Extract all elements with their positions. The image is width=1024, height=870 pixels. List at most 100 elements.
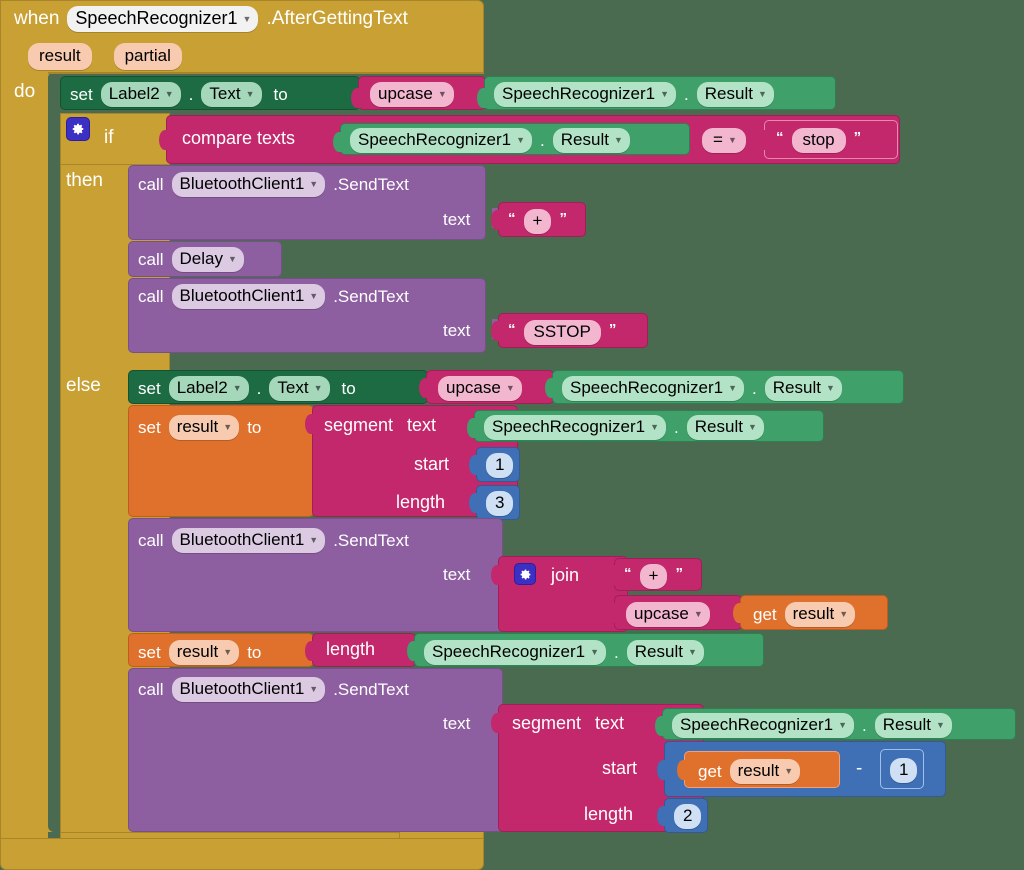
subtract-plug xyxy=(657,760,667,780)
text-literal-sstop-row: “ SSTOP ” xyxy=(508,320,616,345)
chevron-down-icon[interactable]: ▼ xyxy=(660,90,669,99)
upcase-dropdown-3[interactable]: upcase ▼ xyxy=(626,602,710,627)
chevron-down-icon[interactable]: ▼ xyxy=(506,384,515,393)
getter-plug-2 xyxy=(545,378,555,398)
chevron-down-icon[interactable]: ▼ xyxy=(309,536,318,545)
set-keyword-result-1: set xyxy=(138,417,161,437)
chevron-down-icon[interactable]: ▼ xyxy=(688,648,697,657)
chevron-down-icon[interactable]: ▼ xyxy=(309,180,318,189)
open-quote-icon: “ xyxy=(508,209,516,227)
event-component-dropdown[interactable]: SpeechRecognizer1 ▼ xyxy=(67,6,259,32)
chevron-down-icon[interactable]: ▼ xyxy=(165,90,174,99)
chevron-down-icon[interactable]: ▼ xyxy=(314,384,323,393)
chevron-down-icon[interactable]: ▼ xyxy=(223,423,232,432)
set-result-variable-dropdown-1[interactable]: result ▼ xyxy=(168,415,240,440)
segment-plug-1 xyxy=(305,414,315,434)
gear-icon[interactable] xyxy=(66,117,90,141)
get-result-variable-dropdown-1[interactable]: result ▼ xyxy=(784,602,856,627)
number-field-start-1[interactable]: 1 xyxy=(486,453,514,478)
number-field-length-2[interactable]: 2 xyxy=(674,804,702,829)
then-keyword: then xyxy=(66,170,103,191)
cond-component-dropdown[interactable]: SpeechRecognizer1 ▼ xyxy=(350,128,533,153)
chevron-down-icon[interactable]: ▼ xyxy=(228,255,237,264)
segment-length-label-1: length xyxy=(396,492,446,512)
chevron-down-icon[interactable]: ▼ xyxy=(614,136,623,145)
cond-property-label: Result xyxy=(560,130,609,149)
getter-component-dropdown-1[interactable]: SpeechRecognizer1 ▼ xyxy=(494,82,677,107)
param-partial[interactable]: partial xyxy=(113,43,182,70)
getter-property-dropdown-2[interactable]: Result ▼ xyxy=(764,376,842,401)
getter-row-cond: SpeechRecognizer1 ▼ . Result ▼ xyxy=(350,128,630,153)
getter-row-4: SpeechRecognizer1 ▼ . Result ▼ xyxy=(424,640,704,665)
chevron-down-icon[interactable]: ▼ xyxy=(758,90,767,99)
number-field-length-1[interactable]: 3 xyxy=(486,491,514,516)
getter-property-dropdown-1[interactable]: Result ▼ xyxy=(696,82,774,107)
text-literal-plus-field-1[interactable]: + xyxy=(523,209,552,234)
event-bottom-gap xyxy=(48,832,60,838)
getter-property-dropdown-5[interactable]: Result ▼ xyxy=(874,713,952,738)
chevron-down-icon[interactable]: ▼ xyxy=(309,685,318,694)
compare-operator-dropdown[interactable]: = ▼ xyxy=(702,128,746,153)
param-result[interactable]: result xyxy=(28,43,92,70)
call-component-dropdown-4[interactable]: BluetoothClient1 ▼ xyxy=(171,677,326,702)
set-result-variable-dropdown-2[interactable]: result ▼ xyxy=(168,640,240,665)
chevron-down-icon[interactable]: ▼ xyxy=(838,721,847,730)
chevron-down-icon[interactable]: ▼ xyxy=(246,90,255,99)
text-literal-plus-field-2[interactable]: + xyxy=(639,564,668,589)
set-component-dropdown-1[interactable]: Label2 ▼ xyxy=(100,82,181,107)
set-property-dropdown-1[interactable]: Text ▼ xyxy=(201,82,262,107)
length-plug xyxy=(305,641,315,661)
blocks-workspace[interactable]: when SpeechRecognizer1 ▼ .AfterGettingTe… xyxy=(0,0,1024,870)
call-component-label-4: BluetoothClient1 xyxy=(179,679,305,698)
getter-component-dropdown-5[interactable]: SpeechRecognizer1 ▼ xyxy=(672,713,855,738)
getter-dot-4: . xyxy=(614,642,619,662)
upcase-dropdown-2[interactable]: upcase ▼ xyxy=(438,376,522,401)
getter-component-dropdown-4[interactable]: SpeechRecognizer1 ▼ xyxy=(424,640,607,665)
upcase-dropdown-1[interactable]: upcase ▼ xyxy=(370,82,454,107)
subtract-operator: - xyxy=(856,758,863,779)
chevron-down-icon[interactable]: ▼ xyxy=(748,423,757,432)
to-keyword-result-1: to xyxy=(247,417,262,437)
event-method-label: .AfterGettingText xyxy=(266,8,408,30)
text-literal-sstop-field[interactable]: SSTOP xyxy=(523,320,601,345)
getter-component-dropdown-2[interactable]: SpeechRecognizer1 ▼ xyxy=(562,376,745,401)
segment-start-label-1: start xyxy=(414,454,450,474)
getter-component-dropdown-3[interactable]: SpeechRecognizer1 ▼ xyxy=(484,415,667,440)
chevron-down-icon[interactable]: ▼ xyxy=(839,610,848,619)
set-property-dropdown-2[interactable]: Text ▼ xyxy=(269,376,330,401)
chevron-down-icon[interactable]: ▼ xyxy=(223,648,232,657)
chevron-down-icon[interactable]: ▼ xyxy=(728,384,737,393)
call-component-dropdown-1[interactable]: BluetoothClient1 ▼ xyxy=(171,172,326,197)
chevron-down-icon[interactable]: ▼ xyxy=(243,14,252,24)
call-component-dropdown-3[interactable]: BluetoothClient1 ▼ xyxy=(171,528,326,553)
chevron-down-icon[interactable]: ▼ xyxy=(309,292,318,301)
chevron-down-icon[interactable]: ▼ xyxy=(516,136,525,145)
call-component-dropdown-2[interactable]: BluetoothClient1 ▼ xyxy=(171,284,326,309)
cond-property-dropdown[interactable]: Result ▼ xyxy=(552,128,630,153)
gear-icon[interactable] xyxy=(514,563,536,585)
getter-plug-cond xyxy=(333,132,343,152)
set-component-dropdown-2[interactable]: Label2 ▼ xyxy=(168,376,249,401)
set-property-label-1: Text xyxy=(209,84,241,103)
chevron-down-icon[interactable]: ▼ xyxy=(233,384,242,393)
getter-property-dropdown-3[interactable]: Result ▼ xyxy=(686,415,764,440)
chevron-down-icon[interactable]: ▼ xyxy=(694,610,703,619)
number-field-operand[interactable]: 1 xyxy=(890,758,918,783)
get-result-variable-dropdown-2[interactable]: result ▼ xyxy=(729,759,801,784)
chevron-down-icon[interactable]: ▼ xyxy=(728,136,737,145)
chevron-down-icon[interactable]: ▼ xyxy=(650,423,659,432)
chevron-down-icon[interactable]: ▼ xyxy=(826,384,835,393)
text-literal-stop-row: “ stop ” xyxy=(776,128,861,153)
chevron-down-icon[interactable]: ▼ xyxy=(936,721,945,730)
upcase-label-3: upcase xyxy=(634,604,689,623)
getter-property-dropdown-4[interactable]: Result ▼ xyxy=(626,640,704,665)
get-result-plug-2 xyxy=(677,760,687,780)
chevron-down-icon[interactable]: ▼ xyxy=(590,648,599,657)
chevron-down-icon[interactable]: ▼ xyxy=(438,90,447,99)
chevron-down-icon[interactable]: ▼ xyxy=(784,767,793,776)
do-label: do xyxy=(14,81,36,102)
getter-row-2: SpeechRecognizer1 ▼ . Result ▼ xyxy=(562,376,842,401)
call-delay-dropdown[interactable]: Delay ▼ xyxy=(171,247,244,272)
join-plug xyxy=(491,565,501,585)
text-literal-stop-field[interactable]: stop xyxy=(791,128,846,153)
